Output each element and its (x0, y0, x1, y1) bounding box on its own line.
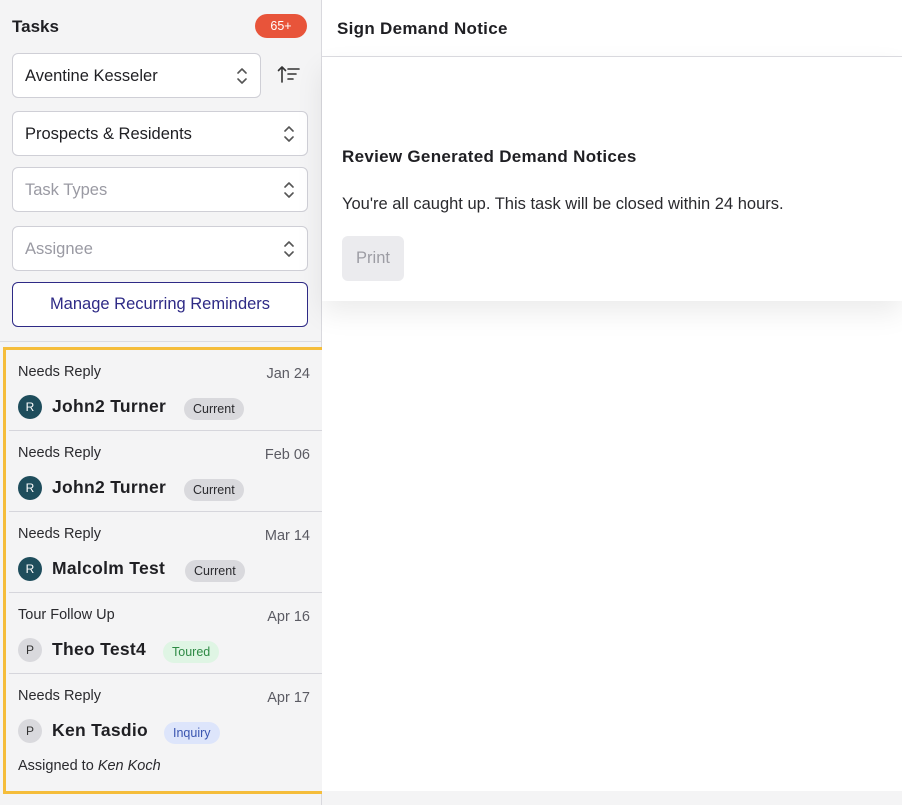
task-item[interactable]: Tour Follow Up Apr 16 P Theo Test4 Toure… (9, 593, 322, 674)
avatar: R (18, 395, 42, 419)
task-type: Needs Reply (18, 526, 102, 542)
task-item[interactable]: Needs Reply Jan 24 R John2 Turner Curren… (9, 350, 322, 431)
contact-name: John2 Turner (52, 396, 167, 416)
chevron-up-down-icon (284, 182, 294, 198)
sidebar-divider (0, 341, 321, 342)
property-select[interactable]: Aventine Kesseler (12, 53, 261, 98)
demand-notice-card: Review Generated Demand Notices You're a… (322, 57, 902, 301)
task-date: Feb 06 (264, 447, 310, 463)
assigned-prefix: Assigned to (18, 758, 94, 774)
card-title: Review Generated Demand Notices (342, 147, 637, 166)
task-date: Apr 17 (267, 690, 310, 706)
contact-name: Theo Test4 (52, 639, 147, 659)
contact-name: John2 Turner (52, 477, 167, 497)
panel-header: Sign Demand Notice (322, 0, 902, 57)
avatar: P (18, 719, 42, 743)
print-button[interactable]: Print (342, 236, 404, 281)
task-date: Apr 16 (267, 609, 310, 625)
sort-button[interactable] (276, 62, 304, 88)
sidebar-title: Tasks (12, 17, 59, 36)
assignee-name: Ken Koch (97, 758, 161, 774)
avatar: P (18, 638, 42, 662)
task-item[interactable]: Needs Reply Mar 14 R Malcolm Test Curren… (9, 512, 322, 593)
task-type: Tour Follow Up (18, 607, 115, 623)
assigned-to: Assigned to Ken Koch (18, 758, 161, 774)
chevron-up-down-icon (237, 68, 247, 84)
audience-select[interactable]: Prospects & Residents (12, 111, 308, 156)
task-types-select[interactable]: Task Types (12, 167, 308, 212)
status-badge: Current (185, 560, 245, 582)
task-list: Needs Reply Jan 24 R John2 Turner Curren… (3, 347, 328, 794)
page-title: Sign Demand Notice (337, 19, 508, 38)
status-badge: Toured (163, 641, 220, 663)
chevron-up-down-icon (284, 126, 294, 142)
task-type: Needs Reply (18, 445, 102, 461)
contact-name: Malcolm Test (52, 558, 166, 578)
status-badge: Current (184, 479, 244, 501)
footer-strip (322, 791, 902, 805)
chevron-up-down-icon (284, 241, 294, 257)
task-count-badge: 65+ (255, 14, 307, 38)
contact-name: Ken Tasdio (52, 720, 149, 740)
avatar: R (18, 476, 42, 500)
task-detail-panel: Sign Demand Notice Review Generated Dema… (322, 0, 902, 805)
status-message: You're all caught up. This task will be … (342, 195, 784, 213)
task-item[interactable]: Needs Reply Feb 06 R John2 Turner Curren… (9, 431, 322, 512)
task-item[interactable]: Needs Reply Apr 17 P Ken Tasdio Inquiry … (9, 674, 322, 791)
assignee-select[interactable]: Assignee (12, 226, 308, 271)
sort-icon (277, 66, 300, 83)
task-date: Mar 14 (264, 528, 310, 544)
task-type: Needs Reply (18, 364, 102, 380)
manage-recurring-reminders-button[interactable]: Manage Recurring Reminders (12, 282, 308, 327)
task-type: Needs Reply (18, 688, 102, 704)
audience-select-value: Prospects & Residents (25, 125, 192, 143)
status-badge: Inquiry (164, 722, 220, 744)
sidebar-header: Tasks 65+ (12, 14, 307, 40)
assignee-placeholder: Assignee (25, 240, 93, 258)
task-date: Jan 24 (266, 366, 310, 382)
tasks-sidebar: Tasks 65+ Aventine Kesseler Prospects & … (0, 0, 328, 805)
avatar: R (18, 557, 42, 581)
task-types-placeholder: Task Types (25, 181, 108, 199)
property-select-value: Aventine Kesseler (25, 67, 158, 85)
status-badge: Current (184, 398, 244, 420)
